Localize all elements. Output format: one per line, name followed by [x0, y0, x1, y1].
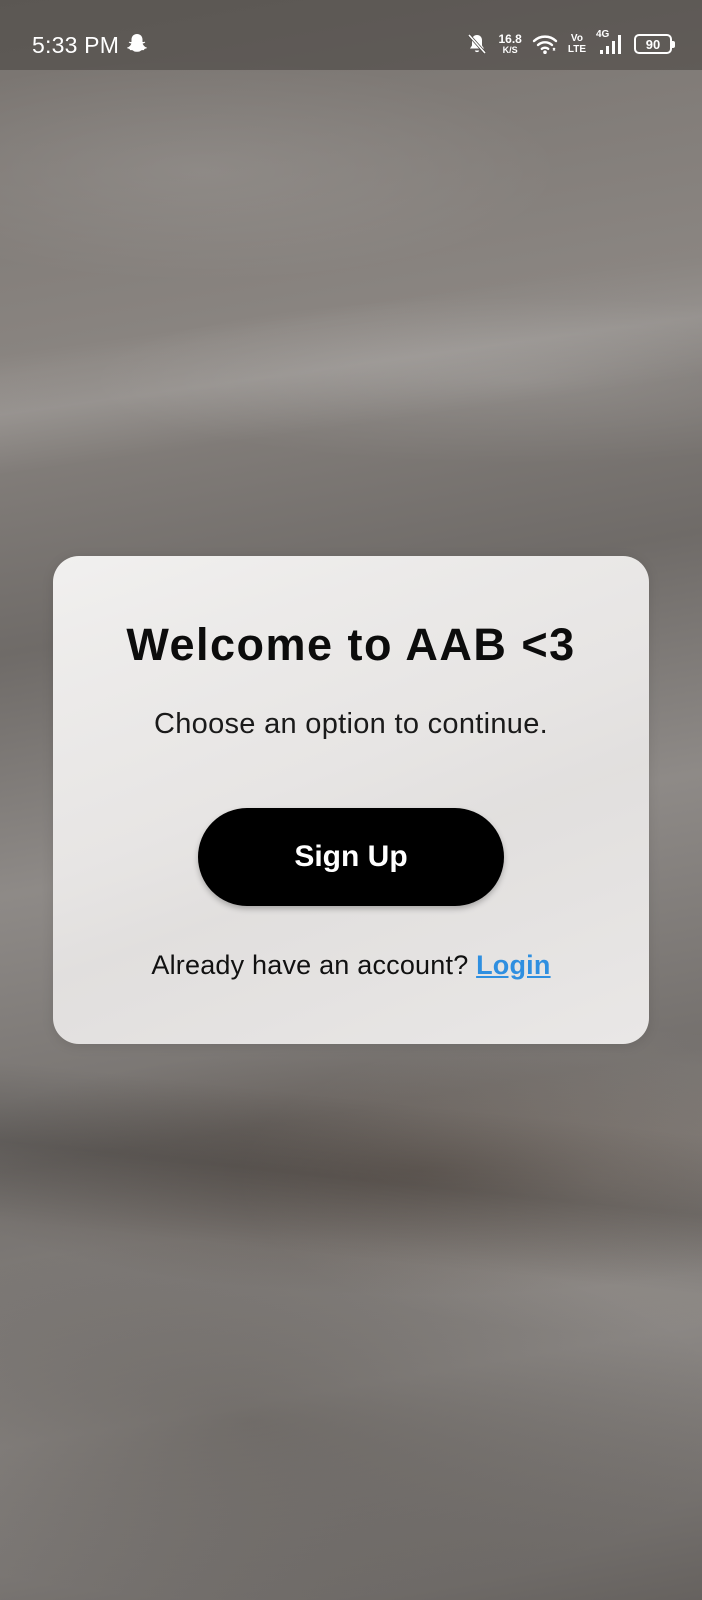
- status-time: 5:33 PM: [32, 32, 120, 58]
- battery-level: 90: [645, 36, 661, 52]
- dialog-subtitle: Choose an option to continue.: [153, 708, 549, 740]
- volte-indicator: Vo LTE: [568, 33, 586, 55]
- network-speed-unit: K/S: [502, 45, 518, 55]
- battery-icon: 90: [634, 34, 675, 54]
- network-speed-value: 16.8: [498, 32, 522, 46]
- login-prompt-row: Already have an account? Login: [53, 948, 649, 982]
- volte-bottom: LTE: [567, 44, 586, 55]
- signal-icon: 4G: [596, 29, 624, 57]
- dialog-title: Welcome to AAB <3: [126, 619, 576, 670]
- wifi-icon: [532, 33, 558, 55]
- sign-up-button[interactable]: Sign Up: [198, 808, 504, 906]
- status-bar: 5:33 PM 16.8 K/S Vo LTE 4G 90: [0, 0, 702, 70]
- login-prompt-text: Already have an account?: [151, 950, 469, 980]
- notifications-muted-icon: [466, 32, 488, 56]
- network-speed: 16.8 K/S: [498, 33, 521, 55]
- welcome-dialog: Welcome to AAB <3 Choose an option to co…: [53, 556, 649, 1044]
- volte-top: Vo: [570, 33, 583, 44]
- login-link[interactable]: Login: [476, 950, 550, 980]
- status-icons: 16.8 K/S Vo LTE 4G 90: [466, 28, 675, 60]
- snapchat-ghost-icon: [127, 33, 147, 55]
